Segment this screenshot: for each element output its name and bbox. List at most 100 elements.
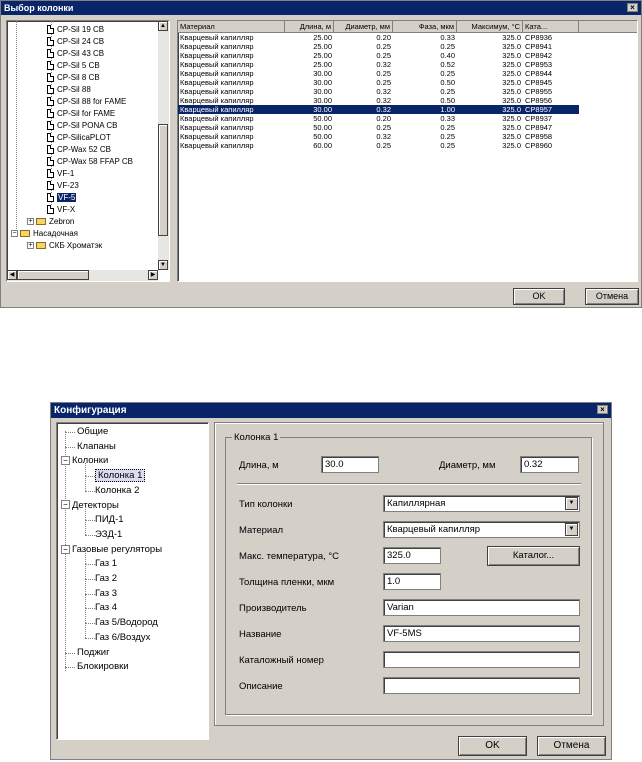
column-type-select[interactable]: Капиллярная ▼ [383, 495, 580, 512]
table-row[interactable]: Кварцевый капилляр 50.00 0.32 0.25 325.0 CP89… [178, 132, 579, 141]
tree-column-item[interactable]: CP-Sil 43 CB [47, 48, 104, 60]
table-row[interactable]: Кварцевый капилляр 30.00 0.25 0.25 325.0 CP89… [178, 69, 579, 78]
column-table: Материал Длина, м Диаметр, мм Фаза, мкм Макс… [177, 20, 638, 282]
table-cell: 30.00 [313, 105, 332, 114]
cancel-button[interactable]: Отмена [585, 288, 639, 305]
tree-item-label: CP-Sil 88 for FAME [57, 97, 127, 106]
document-icon [47, 25, 54, 35]
table-cell: Кварцевый капилляр [180, 132, 254, 141]
tree-item[interactable]: Газ 2 [95, 572, 117, 586]
description-field[interactable] [383, 677, 580, 694]
table-row[interactable]: Кварцевый капилляр 50.00 0.25 0.25 325.0 CP89… [178, 123, 579, 132]
tree-item[interactable]: Газ 1 [95, 557, 117, 571]
tree-column-item[interactable]: CP-Sil for FAME [47, 108, 115, 120]
tree-item[interactable]: Поджиг [77, 646, 110, 660]
tree-vertical-scrollbar[interactable]: ▲ ▼ [158, 21, 169, 270]
scroll-right-arrow-icon[interactable]: ▶ [148, 270, 158, 280]
table-row[interactable]: Кварцевый капилляр 25.00 0.32 0.52 325.0 CP89… [178, 60, 579, 69]
expand-icon[interactable]: + [27, 242, 34, 250]
tree-column-item[interactable]: CP-Sil PONA CB [47, 120, 117, 132]
expand-icon[interactable]: + [27, 218, 34, 226]
catalog-button[interactable]: Каталог... [487, 546, 580, 566]
table-row[interactable]: Кварцевый капилляр 30.00 0.32 0.25 325.0 CP89… [178, 87, 579, 96]
collapse-icon[interactable]: − [11, 230, 18, 238]
table-row[interactable]: Кварцевый капилляр 30.00 0.25 0.50 325.0 CP89… [178, 78, 579, 87]
tree-column-item[interactable]: VF-X [47, 204, 75, 216]
tree-item[interactable]: Клапаны [77, 440, 116, 454]
manufacturer-field[interactable]: Varian [383, 599, 580, 616]
tree-item[interactable]: ПИД-1 [95, 513, 124, 527]
column-header[interactable]: Материал [178, 21, 285, 32]
table-row[interactable]: Кварцевый капилляр 50.00 0.20 0.33 325.0 CP89… [178, 114, 579, 123]
tree-item[interactable]: ЭЗД-1 [95, 528, 122, 542]
chevron-down-icon[interactable]: ▼ [565, 523, 578, 536]
table-cell: 325.0 [502, 105, 521, 114]
ok-button[interactable]: OK [513, 288, 565, 305]
max-temp-field[interactable]: 325.0 [383, 547, 441, 564]
tree-item[interactable]: Газ 5/Водород [95, 616, 158, 630]
material-select[interactable]: Кварцевый капилляр ▼ [383, 521, 580, 538]
column-header[interactable]: Фаза, мкм [393, 21, 457, 32]
scroll-up-arrow-icon[interactable]: ▲ [158, 21, 168, 31]
table-cell: Кварцевый капилляр [180, 69, 254, 78]
table-row[interactable]: Кварцевый капилляр 30.00 0.32 0.50 325.0 CP89… [178, 96, 579, 105]
table-row[interactable]: Кварцевый капилляр 25.00 0.20 0.33 325.0 CP89… [178, 33, 579, 42]
catalog-number-field[interactable] [383, 651, 580, 668]
table-row[interactable]: Кварцевый капилляр 25.00 0.25 0.25 325.0 CP89… [178, 42, 579, 51]
table-row[interactable]: Кварцевый капилляр 25.00 0.25 0.40 325.0 CP89… [178, 51, 579, 60]
cancel-button[interactable]: Отмена [537, 736, 606, 756]
scroll-down-arrow-icon[interactable]: ▼ [158, 260, 168, 270]
name-field[interactable]: VF-5MS [383, 625, 580, 642]
scroll-left-arrow-icon[interactable]: ◀ [7, 270, 17, 280]
film-thickness-field[interactable]: 1.0 [383, 573, 441, 590]
column-header[interactable]: Максимум, °C [457, 21, 523, 32]
table-row[interactable]: Кварцевый капилляр 60.00 0.25 0.25 325.0 CP89… [178, 141, 579, 150]
tree-item[interactable]: Колонка 2 [95, 484, 139, 498]
tree-item[interactable]: Общие [77, 425, 108, 439]
table-cell: 325.0 [502, 51, 521, 60]
ok-button[interactable]: OK [458, 736, 527, 756]
tree-item[interactable]: Колонка 1 [95, 469, 146, 483]
tree-folder-item[interactable]: + Zebron [27, 216, 74, 228]
column-header[interactable]: Ката... [523, 21, 579, 32]
tree-column-item[interactable]: CP-SilicaPLOT [47, 132, 111, 144]
chevron-down-icon[interactable]: ▼ [565, 497, 578, 510]
config-tree[interactable]: Общие Клапаны − Колонки Колонка 1 Колонка 2− Д… [56, 422, 209, 740]
scroll-thumb[interactable] [158, 124, 168, 236]
tree-item[interactable]: Газ 6/Воздух [95, 631, 150, 645]
diameter-field[interactable]: 0.32 [520, 456, 579, 473]
tree-column-item[interactable]: VF-1 [47, 168, 74, 180]
tree-folder-item[interactable]: + СКБ Хроматэк [27, 240, 102, 252]
tree-column-item[interactable]: CP-Sil 19 CB [47, 24, 104, 36]
tree-item[interactable]: Блокировки [77, 660, 129, 674]
tree-column-item[interactable]: VF-23 [47, 180, 79, 192]
column-header[interactable]: Диаметр, мм [334, 21, 393, 32]
table-row[interactable]: Кварцевый капилляр 30.00 0.32 1.00 325.0 CP89… [178, 105, 579, 114]
close-icon[interactable]: × [597, 405, 608, 414]
collapse-icon[interactable]: − [61, 544, 70, 554]
tree-item[interactable]: Газ 3 [95, 587, 117, 601]
table-cell: 0.32 [376, 132, 391, 141]
length-field[interactable]: 30.0 [321, 456, 379, 473]
tree-folder-item[interactable]: − Насадочная [11, 228, 78, 240]
column-tree[interactable]: CP-Sil 19 CB CP-Sil 24 CB CP-Sil 43 CB CP-S… [6, 20, 170, 282]
tree-item[interactable]: − Газовые регуляторы [61, 543, 162, 557]
tree-item[interactable]: Газ 4 [95, 601, 117, 615]
hscroll-thumb[interactable] [17, 270, 89, 280]
tree-column-item[interactable]: CP-Sil 88 for FAME [47, 96, 126, 108]
collapse-icon[interactable]: − [61, 456, 70, 466]
tree-column-item[interactable]: VF-5 [47, 192, 77, 204]
tree-item-label: Газ 6/Воздух [95, 631, 151, 643]
close-icon[interactable]: × [627, 3, 638, 12]
tree-column-item[interactable]: CP-Sil 8 CB [47, 72, 100, 84]
tree-connector-line [85, 608, 95, 610]
tree-column-item[interactable]: CP-Sil 88 [47, 84, 91, 96]
column-header[interactable]: Длина, м [285, 21, 334, 32]
tree-column-item[interactable]: CP-Wax 52 CB [47, 144, 111, 156]
tree-column-item[interactable]: CP-Wax 58 FFAP CB [47, 156, 133, 168]
tree-horizontal-scrollbar[interactable]: ◀ ▶ [7, 270, 158, 281]
tree-column-item[interactable]: CP-Sil 24 CB [47, 36, 104, 48]
tree-item[interactable]: − Детекторы [61, 499, 119, 513]
collapse-icon[interactable]: − [61, 500, 70, 510]
tree-column-item[interactable]: CP-Sil 5 CB [47, 60, 100, 72]
